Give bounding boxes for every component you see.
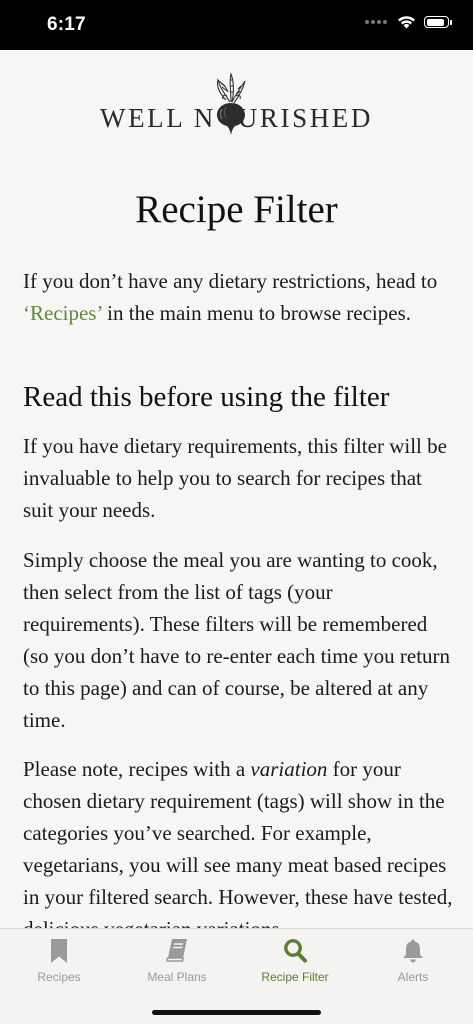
tab-recipes[interactable]: Recipes	[0, 929, 118, 989]
tab-label: Meal Plans	[147, 970, 207, 984]
book-icon	[166, 939, 187, 962]
paragraph-variations-after: for your chosen dietary requirement (tag…	[23, 757, 453, 928]
tab-bar: Recipes Meal Plans Recipe Filter Alerts	[0, 928, 473, 1024]
content-scroll-area[interactable]: WELL N URISHED Recipe Filter If you don’t…	[0, 50, 473, 928]
search-icon	[284, 939, 307, 963]
cellular-dots-icon	[365, 20, 387, 24]
tab-label: Recipe Filter	[261, 970, 329, 984]
intro-text: If you don’t have any dietary restrictio…	[23, 265, 453, 329]
paragraph-variations: Please note, recipes with a variation fo…	[23, 753, 453, 928]
tab-label: Recipes	[37, 970, 81, 984]
paragraph-variations-before: Please note, recipes with a	[23, 757, 251, 781]
status-time: 6:17	[47, 14, 86, 35]
page-title: Recipe Filter	[135, 188, 338, 231]
paragraph-requirements: If you have dietary requirements, this f…	[23, 434, 447, 522]
battery-icon	[424, 16, 452, 28]
variation-emphasis: variation	[250, 757, 328, 781]
intro-text-before: If you don’t have any dietary restrictio…	[23, 269, 438, 293]
status-bar: 6:17	[0, 0, 473, 50]
logo-text-left: WELL N	[99, 103, 216, 133]
section-heading: Read this before using the filter	[23, 381, 390, 413]
logo-text: WELL N URISHED	[0, 103, 473, 134]
tab-label: Alerts	[397, 970, 429, 984]
recipes-link[interactable]: ‘Recipes’	[23, 301, 102, 325]
home-indicator[interactable]	[152, 1010, 321, 1015]
intro-text-after: in the main menu to browse recipes.	[101, 301, 411, 325]
battery-level	[426, 18, 444, 26]
paragraph-how-to: Simply choose the meal you are wanting t…	[23, 548, 451, 732]
wifi-icon	[398, 16, 415, 29]
well-nourished-logo: WELL N URISHED	[0, 72, 473, 142]
bookmark-icon	[51, 939, 67, 963]
tab-alerts[interactable]: Alerts	[354, 929, 472, 989]
logo-text-right: URISHED	[237, 103, 374, 133]
bell-icon	[403, 939, 423, 963]
status-icons	[365, 15, 452, 29]
tab-recipe-filter[interactable]: Recipe Filter	[236, 929, 354, 989]
tab-meal-plans[interactable]: Meal Plans	[118, 929, 236, 989]
